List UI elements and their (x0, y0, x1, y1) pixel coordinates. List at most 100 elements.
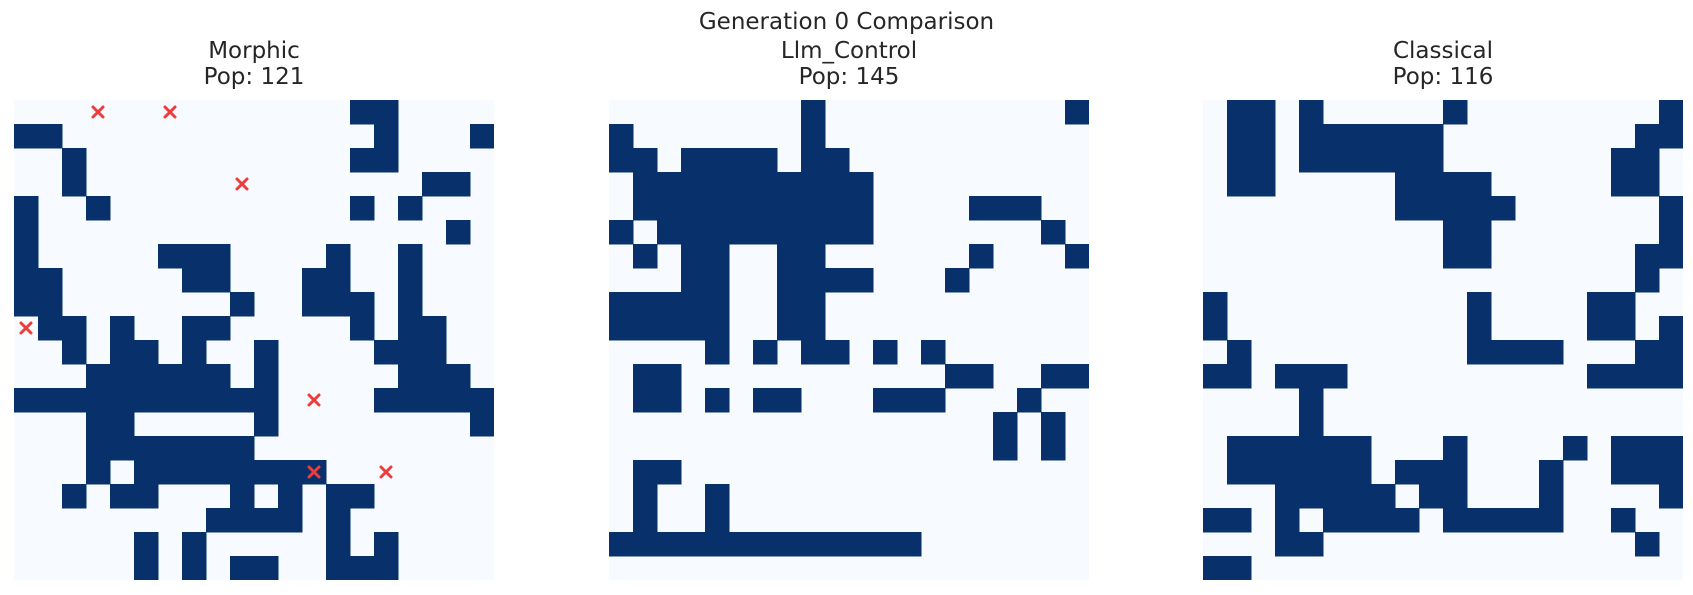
alive-cell (1251, 124, 1276, 149)
alive-cell (1275, 484, 1300, 509)
alive-cell (62, 148, 87, 173)
alive-cell (1419, 460, 1444, 485)
alive-cell (206, 460, 231, 485)
alive-cell (86, 388, 111, 413)
alive-cell (1539, 508, 1564, 533)
alive-cell (182, 268, 207, 293)
alive-cell (705, 220, 730, 245)
alive-cell (1419, 124, 1444, 149)
alive-cell (230, 484, 255, 509)
alive-cell (705, 244, 730, 269)
alive-cell (825, 220, 850, 245)
alive-cell (1227, 364, 1252, 389)
alive-cell (1659, 244, 1683, 269)
alive-cell (753, 220, 778, 245)
alive-cell (1467, 196, 1492, 221)
alive-cell (350, 484, 375, 509)
alive-cell (777, 172, 802, 197)
alive-cell (1419, 172, 1444, 197)
alive-cell (1587, 316, 1612, 341)
alive-cell (86, 412, 111, 437)
alive-cell (350, 556, 375, 580)
alive-cell (1371, 508, 1396, 533)
alive-cell (134, 364, 159, 389)
alive-cell (1371, 124, 1396, 149)
alive-cell (1443, 100, 1468, 125)
alive-cell (1323, 484, 1348, 509)
alive-cell (134, 460, 159, 485)
alive-cell (633, 292, 658, 317)
alive-cell (825, 196, 850, 221)
alive-cell (705, 532, 730, 557)
alive-cell (753, 340, 778, 365)
alive-cell (897, 532, 922, 557)
alive-cell (1347, 436, 1372, 461)
alive-cell (849, 268, 874, 293)
alive-cell (374, 340, 399, 365)
alive-cell (158, 364, 183, 389)
alive-cell (657, 172, 682, 197)
alive-cell (609, 532, 634, 557)
alive-cell (657, 316, 682, 341)
alive-cell (633, 244, 658, 269)
grid-heatmap (14, 100, 494, 580)
alive-cell (1251, 460, 1276, 485)
alive-cell (1323, 148, 1348, 173)
alive-cell (681, 196, 706, 221)
alive-cell (1227, 124, 1252, 149)
alive-cell (873, 340, 898, 365)
alive-cell (753, 196, 778, 221)
alive-cell (278, 508, 303, 533)
alive-cell (1467, 316, 1492, 341)
alive-cell (470, 412, 494, 437)
alive-cell (1659, 364, 1683, 389)
alive-cell (993, 412, 1018, 437)
alive-cell (1611, 436, 1636, 461)
alive-cell (374, 148, 399, 173)
alive-cell (1635, 340, 1660, 365)
alive-cell (729, 196, 754, 221)
alive-cell (657, 532, 682, 557)
alive-cell (1635, 124, 1660, 149)
alive-cell (1659, 436, 1683, 461)
alive-cell (705, 172, 730, 197)
alive-cell (134, 388, 159, 413)
alive-cell (422, 172, 447, 197)
alive-cell (801, 244, 826, 269)
alive-cell (1491, 340, 1516, 365)
alive-cell (1299, 388, 1324, 413)
alive-cell (230, 556, 255, 580)
alive-cell (1467, 172, 1492, 197)
alive-cell (230, 292, 255, 317)
alive-cell (633, 508, 658, 533)
alive-cell (969, 364, 994, 389)
alive-cell (1443, 508, 1468, 533)
alive-cell (825, 268, 850, 293)
alive-cell (1635, 460, 1660, 485)
alive-cell (254, 412, 279, 437)
panel-population: Pop: 121 (203, 64, 305, 90)
panel-population: Pop: 145 (798, 64, 900, 90)
panel-title: Morphic (208, 38, 300, 64)
alive-cell (633, 460, 658, 485)
alive-cell (206, 316, 231, 341)
alive-cell (1203, 556, 1228, 580)
alive-cell (1419, 484, 1444, 509)
alive-cell (1017, 388, 1042, 413)
alive-cell (1299, 532, 1324, 557)
alive-cell (1443, 172, 1468, 197)
alive-cell (825, 172, 850, 197)
alive-cell (1227, 556, 1252, 580)
alive-cell (1203, 508, 1228, 533)
alive-cell (1419, 196, 1444, 221)
alive-cell (38, 388, 63, 413)
alive-cell (873, 388, 898, 413)
alive-cell (1635, 364, 1660, 389)
alive-cell (134, 556, 159, 580)
alive-cell (705, 340, 730, 365)
alive-cell (825, 532, 850, 557)
alive-cell (945, 364, 970, 389)
alive-cell (1539, 484, 1564, 509)
alive-cell (801, 124, 826, 149)
alive-cell (110, 388, 135, 413)
